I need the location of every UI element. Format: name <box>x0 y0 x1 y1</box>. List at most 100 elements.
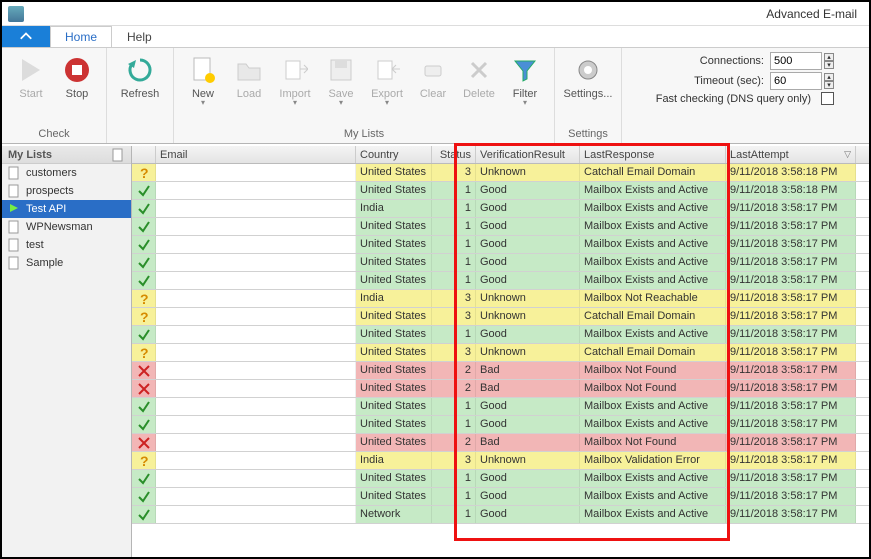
cell-country: United States <box>356 272 432 289</box>
col-attempt[interactable]: LastAttempt▽ <box>726 146 856 163</box>
table-row[interactable]: Network1GoodMailbox Exists and Active9/1… <box>132 506 869 524</box>
table-row[interactable]: India1GoodMailbox Exists and Active9/11/… <box>132 200 869 218</box>
cell-email <box>156 254 356 271</box>
table-row[interactable]: United States2BadMailbox Not Found9/11/2… <box>132 362 869 380</box>
clear-button[interactable]: Clear <box>410 50 456 102</box>
table-row[interactable]: ?India3UnknownMailbox Validation Error9/… <box>132 452 869 470</box>
title-bar: Advanced E-mail <box>2 2 869 26</box>
start-button[interactable]: Start <box>8 50 54 102</box>
tab-help[interactable]: Help <box>112 26 167 47</box>
fastcheck-label: Fast checking (DNS query only) <box>656 93 811 105</box>
cell-status: 1 <box>432 254 476 271</box>
load-button[interactable]: Load <box>226 50 272 102</box>
cell-email <box>156 344 356 361</box>
export-button[interactable]: Export ▾ <box>364 50 410 111</box>
svg-text:?: ? <box>140 454 149 468</box>
col-email[interactable]: Email <box>156 146 356 163</box>
cell-response: Mailbox Exists and Active <box>580 200 726 217</box>
table-row[interactable]: United States2BadMailbox Not Found9/11/2… <box>132 434 869 452</box>
filter-button[interactable]: Filter ▾ <box>502 50 548 111</box>
cell-attempt: 9/11/2018 3:58:18 PM <box>726 164 856 181</box>
cell-verification: Good <box>476 488 580 505</box>
connections-label: Connections: <box>700 55 764 67</box>
cell-response: Mailbox Validation Error <box>580 452 726 469</box>
save-button[interactable]: Save ▾ <box>318 50 364 111</box>
cell-response: Mailbox Exists and Active <box>580 488 726 505</box>
import-icon <box>279 54 311 86</box>
cell-status: 1 <box>432 272 476 289</box>
cell-status: 3 <box>432 164 476 181</box>
cell-email <box>156 308 356 325</box>
cell-verification: Good <box>476 416 580 433</box>
col-verification[interactable]: VerificationResult <box>476 146 580 163</box>
table-row[interactable]: ?United States3UnknownCatchall Email Dom… <box>132 308 869 326</box>
cell-verification: Unknown <box>476 164 580 181</box>
refresh-button[interactable]: Refresh <box>113 50 167 102</box>
import-button[interactable]: Import ▾ <box>272 50 318 111</box>
sidebar-new-icon[interactable] <box>111 148 125 162</box>
settings-button[interactable]: Settings... <box>561 50 615 102</box>
sidebar-item[interactable]: prospects <box>2 182 131 200</box>
sidebar-item[interactable]: WPNewsman <box>2 218 131 236</box>
workspace: My Lists customersprospectsTest APIWPNew… <box>2 146 869 557</box>
tab-home[interactable]: Home <box>50 26 112 47</box>
cell-verification: Good <box>476 272 580 289</box>
cell-verification: Bad <box>476 362 580 379</box>
table-row[interactable]: United States2BadMailbox Not Found9/11/2… <box>132 380 869 398</box>
table-row[interactable]: United States1GoodMailbox Exists and Act… <box>132 470 869 488</box>
table-row[interactable]: United States1GoodMailbox Exists and Act… <box>132 236 869 254</box>
table-row[interactable]: United States1GoodMailbox Exists and Act… <box>132 326 869 344</box>
table-row[interactable]: United States1GoodMailbox Exists and Act… <box>132 182 869 200</box>
sidebar-item[interactable]: customers <box>2 164 131 182</box>
table-row[interactable]: United States1GoodMailbox Exists and Act… <box>132 254 869 272</box>
col-country[interactable]: Country <box>356 146 432 163</box>
cell-attempt: 9/11/2018 3:58:17 PM <box>726 506 856 523</box>
document-icon <box>8 184 22 198</box>
fastcheck-checkbox[interactable] <box>821 92 834 105</box>
status-icon <box>132 398 156 415</box>
sidebar-item[interactable]: Test API <box>2 200 131 218</box>
cell-verification: Unknown <box>476 290 580 307</box>
timeout-input[interactable] <box>770 72 822 90</box>
table-row[interactable]: ?United States3UnknownCatchall Email Dom… <box>132 344 869 362</box>
cell-status: 1 <box>432 416 476 433</box>
new-button[interactable]: New ▾ <box>180 50 226 111</box>
cell-attempt: 9/11/2018 3:58:17 PM <box>726 236 856 253</box>
cell-country: United States <box>356 254 432 271</box>
cell-country: India <box>356 452 432 469</box>
status-icon <box>132 218 156 235</box>
table-row[interactable]: ?India3UnknownMailbox Not Reachable9/11/… <box>132 290 869 308</box>
timeout-spinner[interactable]: ▴▾ <box>824 73 834 89</box>
cell-response: Mailbox Exists and Active <box>580 182 726 199</box>
file-menu-button[interactable] <box>2 26 50 47</box>
grid-header: Email Country Status VerificationResult … <box>132 146 869 164</box>
cell-attempt: 9/11/2018 3:58:17 PM <box>726 218 856 235</box>
svg-text:?: ? <box>140 310 149 324</box>
col-icon[interactable] <box>132 146 156 163</box>
col-response[interactable]: LastResponse <box>580 146 726 163</box>
chevron-down-icon: ▾ <box>201 98 205 107</box>
status-icon: ? <box>132 164 156 181</box>
connections-spinner[interactable]: ▴▾ <box>824 53 834 69</box>
table-row[interactable]: ?United States3UnknownCatchall Email Dom… <box>132 164 869 182</box>
col-status[interactable]: Status <box>432 146 476 163</box>
cell-verification: Good <box>476 254 580 271</box>
sidebar-title: My Lists <box>8 149 52 161</box>
ribbon-group-check: Start Stop Check <box>2 48 107 143</box>
table-row[interactable]: United States1GoodMailbox Exists and Act… <box>132 218 869 236</box>
cell-verification: Good <box>476 398 580 415</box>
sidebar-item[interactable]: Sample <box>2 254 131 272</box>
table-row[interactable]: United States1GoodMailbox Exists and Act… <box>132 398 869 416</box>
cell-country: India <box>356 200 432 217</box>
table-row[interactable]: United States1GoodMailbox Exists and Act… <box>132 488 869 506</box>
sidebar-item[interactable]: test <box>2 236 131 254</box>
cell-attempt: 9/11/2018 3:58:17 PM <box>726 344 856 361</box>
cell-verification: Unknown <box>476 344 580 361</box>
table-row[interactable]: United States1GoodMailbox Exists and Act… <box>132 416 869 434</box>
delete-button[interactable]: Delete <box>456 50 502 102</box>
table-row[interactable]: United States1GoodMailbox Exists and Act… <box>132 272 869 290</box>
connections-input[interactable] <box>770 52 822 70</box>
refresh-icon <box>124 54 156 86</box>
stop-button[interactable]: Stop <box>54 50 100 102</box>
cell-attempt: 9/11/2018 3:58:17 PM <box>726 272 856 289</box>
